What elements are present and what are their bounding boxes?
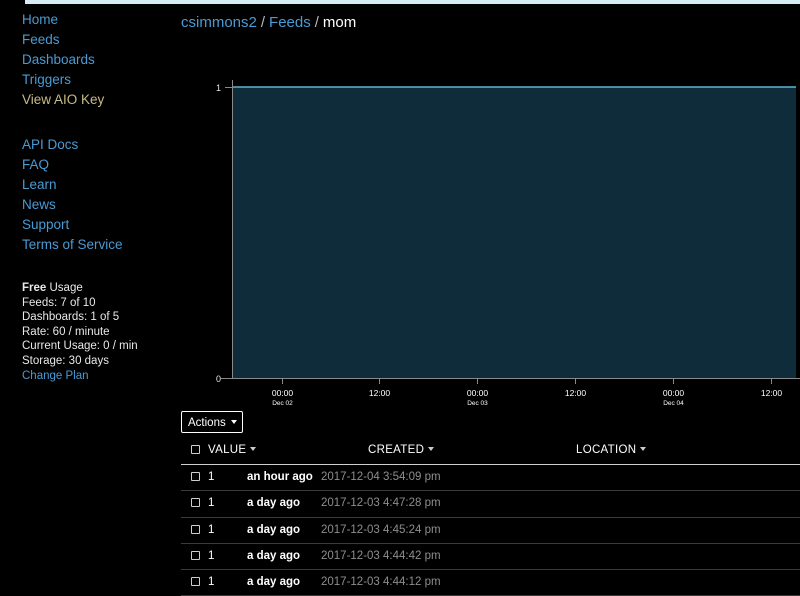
sidebar-item-view-aio-key[interactable]: View AIO Key [0,90,165,110]
sidebar-nav-divider [0,110,165,135]
usage-plan-suffix: Usage [46,282,83,294]
breadcrumb: csimmons2/Feeds / mom [181,12,356,34]
chart-x-label-5: 12:00 [761,388,783,398]
sidebar-item-api-docs[interactable]: API Docs [0,135,165,155]
row-checkbox[interactable] [191,471,200,483]
chart-area-fill [233,87,796,378]
feed-data-table: VALUE CREATED LOCATION 1 an hour ago 201… [181,440,800,596]
usage-plan-name: Free [22,282,47,294]
sidebar-item-faq[interactable]: FAQ [0,155,165,175]
chart-x-label-3: 12:00 [565,388,587,398]
row-created-absolute: 2017-12-04 3:54:09 pm [321,471,441,483]
sidebar: Home Feeds Dashboards Triggers View AIO … [0,6,165,595]
table-row[interactable]: 1 an hour ago 2017-12-04 3:54:09 pm [181,465,800,492]
row-created-absolute: 2017-12-03 4:44:42 pm [321,549,441,562]
sidebar-item-feeds[interactable]: Feeds [0,30,165,50]
breadcrumb-user[interactable]: csimmons2 [181,14,257,31]
actions-button-label: Actions [188,417,226,429]
table-row[interactable]: 1 a day ago 2017-12-03 4:45:24 pm [181,518,800,544]
column-header-value-label: VALUE [208,444,247,456]
chevron-down-icon [428,447,435,451]
checkbox-icon [191,498,200,508]
breadcrumb-feeds[interactable]: Feeds [269,14,311,31]
usage-summary: Free Usage Feeds: 7 of 10 Dashboards: 1 … [0,281,165,383]
main-content: csimmons2/Feeds / mom 1 0 00:00 Dec 02 1… [165,6,800,596]
row-checkbox[interactable] [191,576,200,588]
sidebar-item-triggers[interactable]: Triggers [0,70,165,90]
chart-x-label-0: 00:00 [272,388,294,398]
table-row[interactable]: 1 a day ago 2017-12-03 4:47:28 pm [181,491,800,518]
sidebar-item-support[interactable]: Support [0,215,165,235]
usage-rate: Rate: 60 / minute [22,325,110,338]
chart-x-sublabel-0: Dec 02 [272,400,293,407]
sidebar-item-learn[interactable]: Learn [0,175,165,195]
row-value: 1 [208,523,215,536]
usage-plan-line: Free Usage [22,281,165,296]
chart-x-label-1: 12:00 [369,388,391,398]
row-created-relative: a day ago [247,549,301,562]
table-header-row: VALUE CREATED LOCATION [181,440,800,465]
checkbox-icon [191,445,200,454]
chart-svg: 1 0 00:00 Dec 02 12:00 00:00 Dec 03 12:0… [181,52,800,407]
row-created-relative: a day ago [247,576,301,589]
chart-x-sublabel-4: Dec 04 [663,400,684,407]
checkbox-icon [191,472,200,481]
select-all-checkbox[interactable] [191,444,200,456]
row-created-absolute: 2017-12-03 4:45:24 pm [321,523,441,536]
row-value: 1 [208,549,215,562]
row-value: 1 [208,471,215,483]
sidebar-item-dashboards[interactable]: Dashboards [0,50,165,70]
chart-x-sublabel-2: Dec 03 [467,400,488,407]
row-created-absolute: 2017-12-03 4:44:12 pm [321,576,441,589]
chart-x-label-2: 00:00 [467,388,489,398]
row-checkbox[interactable] [191,497,200,509]
change-plan-link[interactable]: Change Plan [22,370,89,382]
row-created-relative: a day ago [247,523,301,536]
breadcrumb-separator-2: / [314,14,319,31]
column-header-created-label: CREATED [368,444,425,456]
column-header-value[interactable]: VALUE [208,444,257,456]
chevron-down-icon [230,420,237,424]
sidebar-item-news[interactable]: News [0,195,165,215]
usage-current: Current Usage: 0 / min [22,340,138,353]
sidebar-item-home[interactable]: Home [0,10,165,30]
chart-x-label-4: 00:00 [663,388,685,398]
chevron-down-icon [250,447,257,451]
row-created-relative: a day ago [247,497,301,510]
column-header-location-label: LOCATION [576,444,637,456]
column-header-created[interactable]: CREATED [368,444,435,456]
row-checkbox[interactable] [191,524,200,536]
checkbox-icon [191,550,200,560]
breadcrumb-current-feed: mom [322,14,357,31]
table-row[interactable]: 1 a day ago 2017-12-03 4:44:42 pm [181,544,800,571]
row-value: 1 [208,497,215,510]
chart-y-label-1: 1 [216,83,221,93]
row-checkbox[interactable] [191,550,200,562]
usage-storage: Storage: 30 days [22,354,109,367]
usage-feeds: Feeds: 7 of 10 [22,296,96,309]
row-value: 1 [208,576,215,589]
actions-button[interactable]: Actions [181,411,243,433]
checkbox-icon [191,524,200,534]
chevron-down-icon [640,447,647,451]
sidebar-item-terms-of-service[interactable]: Terms of Service [0,235,165,255]
breadcrumb-separator-1: / [260,14,266,31]
row-created-relative: an hour ago [247,471,313,483]
checkbox-icon [191,577,200,587]
table-row[interactable]: 1 a day ago 2017-12-03 4:44:12 pm [181,570,800,596]
feed-history-chart[interactable]: 1 0 00:00 Dec 02 12:00 00:00 Dec 03 12:0… [181,52,800,407]
chart-y-label-0: 0 [216,374,221,384]
browser-top-strip-highlight [25,0,800,4]
column-header-location[interactable]: LOCATION [576,444,647,456]
usage-dashboards: Dashboards: 1 of 5 [22,311,120,324]
row-created-absolute: 2017-12-03 4:47:28 pm [321,497,441,510]
